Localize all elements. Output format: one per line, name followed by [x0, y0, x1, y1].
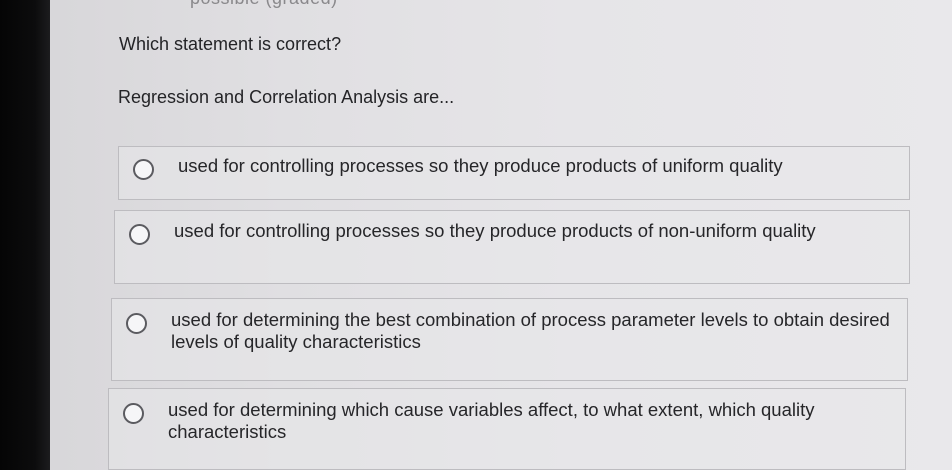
radio-button-icon[interactable] [123, 403, 144, 424]
answer-option-1[interactable]: used for controlling processes so they p… [118, 146, 910, 200]
answer-option-2[interactable]: used for controlling processes so they p… [114, 210, 910, 284]
question-text: Which statement is correct? [119, 34, 342, 54]
answer-option-label: used for determining which cause variabl… [168, 399, 815, 442]
answer-option-label: used for controlling processes so they p… [174, 220, 816, 241]
answer-option-3[interactable]: used for determining the best combinatio… [111, 298, 908, 381]
answer-option-label: used for controlling processes so they p… [178, 155, 783, 176]
header-partial-text: possible (graded) [190, 0, 338, 9]
question-prompt: Regression and Correlation Analysis are.… [118, 87, 455, 107]
answer-option-label: used for determining the best combinatio… [171, 309, 890, 352]
radio-button-icon[interactable] [133, 159, 154, 180]
answer-option-4[interactable]: used for determining which cause variabl… [108, 388, 906, 470]
radio-button-icon[interactable] [126, 313, 147, 334]
radio-button-icon[interactable] [129, 224, 150, 245]
monitor-bezel [0, 0, 50, 470]
